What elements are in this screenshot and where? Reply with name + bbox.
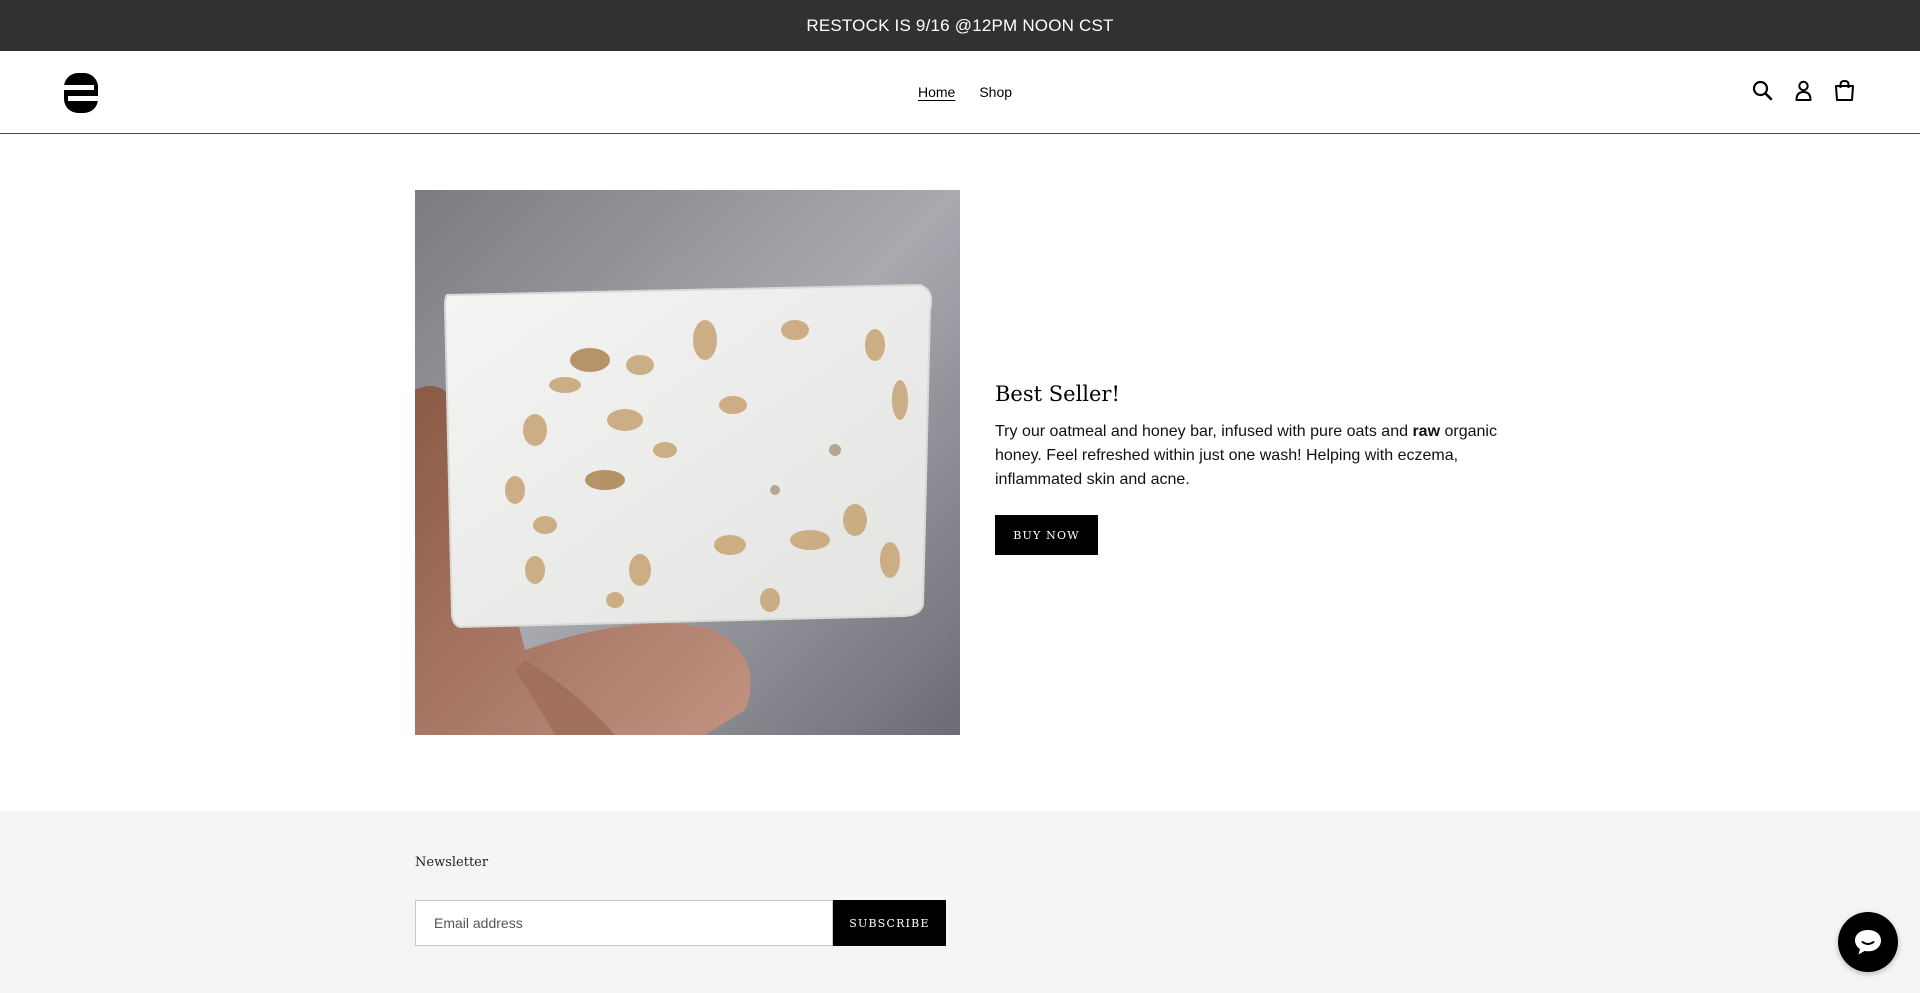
newsletter-title: Newsletter [415, 855, 489, 870]
feature-description-part-1: Try our oatmeal and honey bar, infused w… [995, 423, 1413, 440]
nav-link-home[interactable]: Home [918, 84, 955, 100]
cart-icon[interactable] [1833, 79, 1856, 102]
chat-bubble-icon[interactable] [1838, 912, 1898, 972]
account-icon[interactable] [1792, 79, 1815, 102]
search-icon[interactable] [1751, 79, 1774, 102]
announcement-text: RESTOCK IS 9/16 @12PM NOON CST [806, 15, 1114, 35]
feature-title: Best Seller! [995, 382, 1120, 406]
header-icons [1751, 79, 1856, 102]
product-image-oatmeal-soap [415, 190, 960, 735]
newsletter-form: SUBSCRIBE [415, 900, 946, 946]
nav-link-shop[interactable]: Shop [979, 84, 1012, 100]
feature-description: Try our oatmeal and honey bar, infused w… [995, 420, 1505, 492]
site-header: Home Shop [0, 51, 1920, 134]
subscribe-button[interactable]: SUBSCRIBE [833, 900, 946, 946]
buy-now-button[interactable]: BUY NOW [995, 515, 1098, 555]
feature-description-bold: raw [1412, 423, 1441, 440]
site-footer: Newsletter SUBSCRIBE [0, 811, 1920, 993]
announcement-bar: RESTOCK IS 9/16 @12PM NOON CST [0, 0, 1920, 51]
email-input[interactable] [415, 900, 833, 946]
main-nav: Home Shop [0, 51, 1920, 133]
feature-text-block: Best Seller! Try our oatmeal and honey b… [995, 382, 1505, 555]
